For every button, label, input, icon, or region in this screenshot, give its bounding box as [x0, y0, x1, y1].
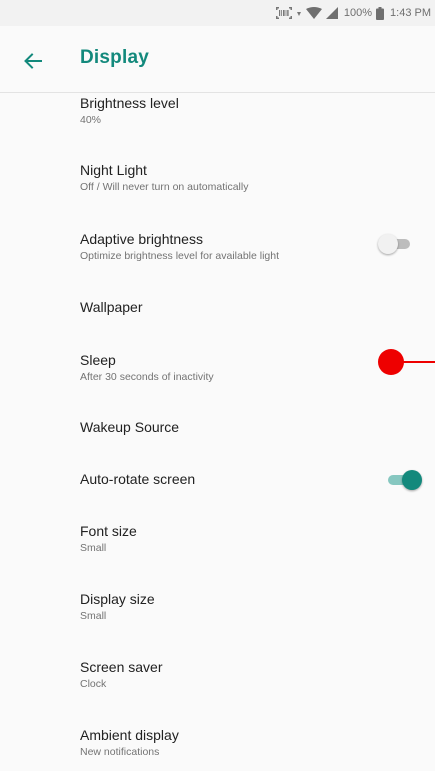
battery-percent: 100% [343, 7, 373, 19]
setting-wakeup-source[interactable]: Wakeup Source [0, 418, 435, 436]
adaptive-brightness-switch[interactable] [378, 234, 414, 254]
setting-summary: Off / Will never turn on automatically [80, 181, 249, 193]
setting-screen-saver[interactable]: Screen saver Clock [0, 658, 435, 691]
switch-thumb [402, 470, 422, 490]
arrow-back-icon [24, 53, 42, 69]
setting-adaptive-brightness[interactable]: Adaptive brightness Optimize brightness … [0, 230, 435, 263]
cell-signal-icon [325, 7, 338, 19]
data-arrows-icon [296, 7, 302, 19]
setting-brightness-level[interactable]: Brightness level 40% [0, 94, 435, 127]
setting-title: Display size [80, 591, 155, 607]
back-button[interactable] [18, 46, 48, 76]
setting-summary: Small [80, 542, 107, 554]
page-title: Display [80, 47, 149, 68]
setting-auto-rotate[interactable]: Auto-rotate screen [0, 470, 435, 488]
wifi-icon [305, 7, 322, 19]
setting-summary: 40% [80, 114, 102, 126]
setting-title: Wallpaper [80, 299, 143, 315]
setting-ambient-display[interactable]: Ambient display New notifications [0, 726, 435, 759]
setting-sleep[interactable]: Sleep After 30 seconds of inactivity [0, 351, 435, 384]
setting-wallpaper[interactable]: Wallpaper [0, 298, 435, 316]
status-bar: 100% 1:43 PM [0, 0, 435, 26]
touch-trail [402, 361, 435, 363]
touch-indicator [378, 349, 404, 375]
setting-title: Wakeup Source [80, 419, 180, 435]
setting-title: Brightness level [80, 95, 179, 111]
setting-display-size[interactable]: Display size Small [0, 590, 435, 623]
clock: 1:43 PM [390, 7, 431, 19]
setting-summary: New notifications [80, 746, 160, 758]
toolbar: Display [0, 26, 435, 93]
setting-title: Night Light [80, 162, 147, 178]
barcode-scanner-icon [275, 7, 292, 19]
setting-title: Screen saver [80, 659, 163, 675]
setting-summary: Small [80, 610, 107, 622]
display-settings-screen: 100% 1:43 PM Display Brightness level 40… [0, 0, 435, 771]
auto-rotate-switch[interactable] [386, 470, 422, 490]
setting-title: Font size [80, 523, 137, 539]
setting-summary: After 30 seconds of inactivity [80, 371, 214, 383]
switch-thumb [378, 234, 398, 254]
setting-title: Auto-rotate screen [80, 471, 196, 487]
setting-summary: Clock [80, 678, 107, 690]
setting-night-light[interactable]: Night Light Off / Will never turn on aut… [0, 161, 435, 194]
setting-font-size[interactable]: Font size Small [0, 522, 435, 555]
setting-title: Ambient display [80, 727, 179, 743]
battery-icon [376, 6, 385, 20]
